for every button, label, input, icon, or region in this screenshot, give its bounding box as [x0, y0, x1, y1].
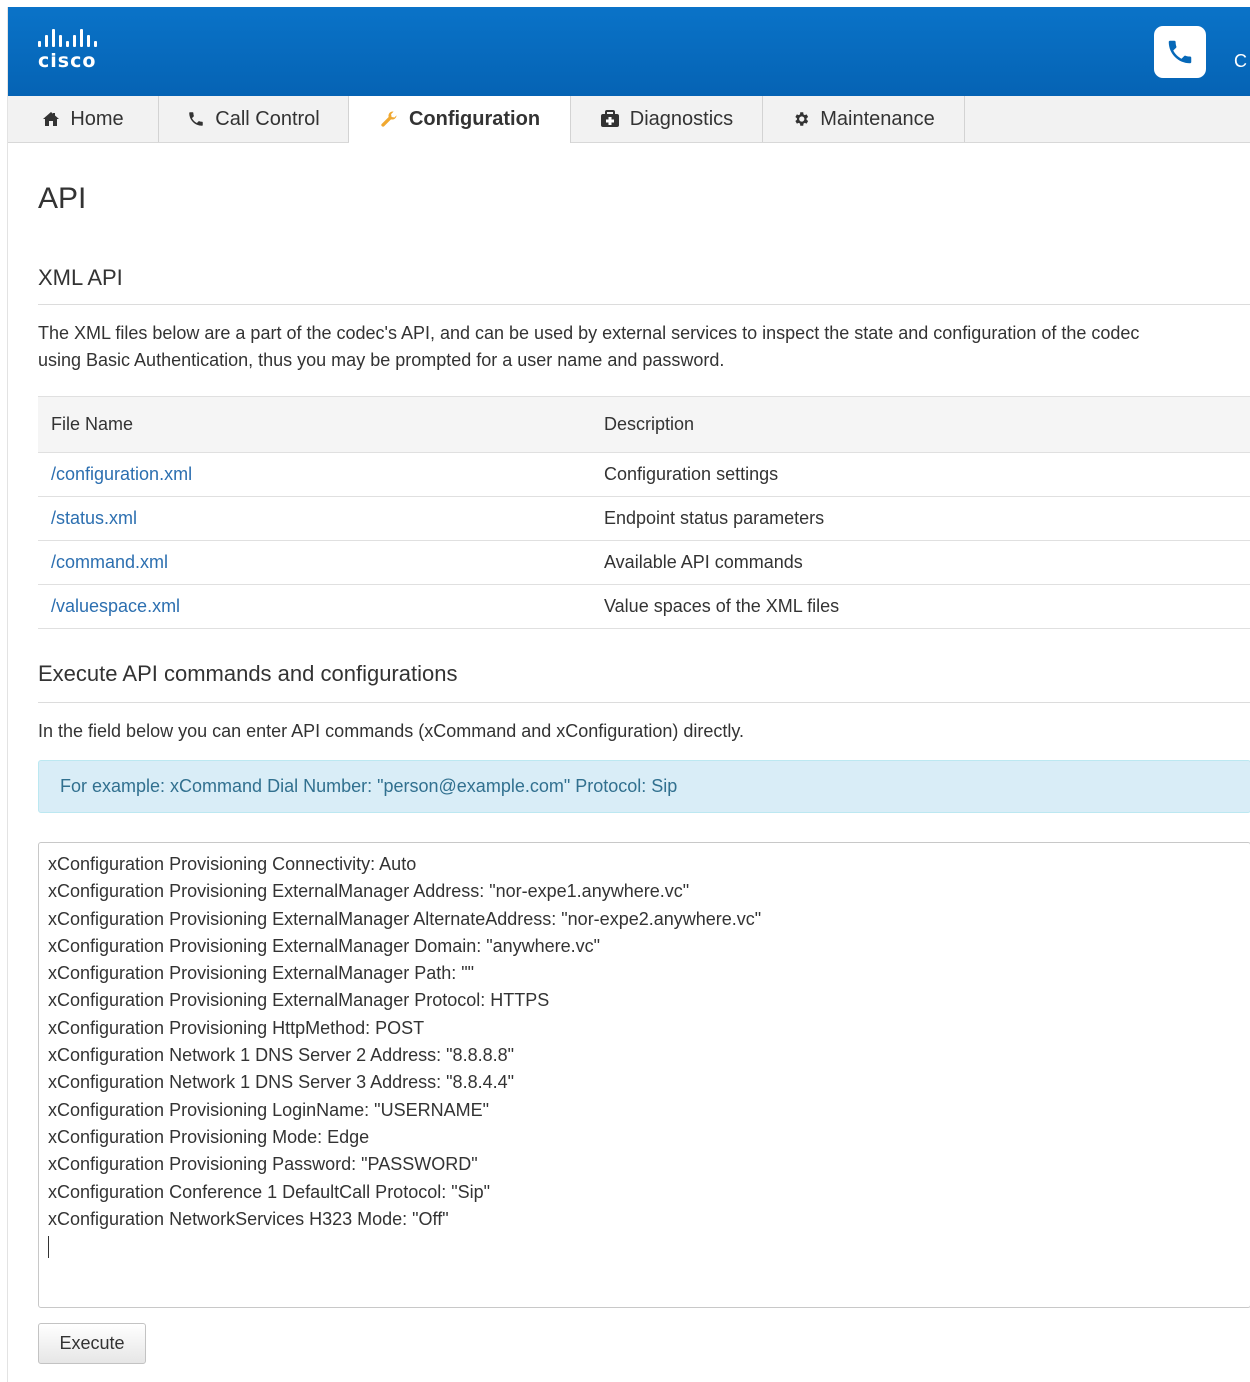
- table-row: /command.xml Available API commands: [38, 540, 1250, 585]
- command-line: xConfiguration Provisioning ExternalMana…: [48, 908, 762, 929]
- medkit-icon: [600, 110, 619, 127]
- tab-diagnostics-label: Diagnostics: [629, 107, 734, 130]
- description-cell: Configuration settings: [591, 452, 1250, 497]
- header-truncated-text: C: [1234, 51, 1247, 71]
- column-header-file-name: File Name: [38, 396, 591, 453]
- xml-files-table: File Name Description /configuration.xml…: [38, 396, 1250, 629]
- phone-icon: [189, 112, 203, 126]
- configuration-xml-link[interactable]: /configuration.xml: [51, 464, 192, 484]
- main-nav: Home Call Control Configuration Diagnost…: [8, 96, 1250, 143]
- command-line: xConfiguration Provisioning Connectivity…: [48, 854, 417, 874]
- command-line: xConfiguration Provisioning ExternalMana…: [48, 935, 601, 956]
- command-line: xConfiguration Network 1 DNS Server 3 Ad…: [48, 1072, 514, 1093]
- command-line: xConfiguration Provisioning ExternalMana…: [48, 963, 475, 984]
- status-xml-link[interactable]: /status.xml: [51, 508, 137, 528]
- tab-maintenance-label: Maintenance: [820, 107, 935, 130]
- example-text: For example: xCommand Dial Number: "pers…: [60, 776, 678, 796]
- text-cursor-line: [48, 1233, 1241, 1260]
- description-cell: Endpoint status parameters: [591, 496, 1250, 541]
- tab-configuration[interactable]: Configuration: [349, 96, 571, 143]
- file-name-cell: /status.xml: [38, 496, 591, 541]
- table-row: /valuespace.xml Value spaces of the XML …: [38, 584, 1250, 629]
- execute-heading: Execute API commands and configurations: [38, 661, 458, 686]
- app-frame: cisco C Home Call Control Configuration: [7, 7, 1250, 1382]
- table-row: /status.xml Endpoint status parameters: [38, 496, 1250, 541]
- table-header-row: File Name Description: [38, 396, 1250, 453]
- text-caret: [48, 1236, 49, 1259]
- command-line: xConfiguration Network 1 DNS Server 2 Ad…: [48, 1045, 514, 1066]
- command-line: xConfiguration Conference 1 DefaultCall …: [48, 1181, 491, 1202]
- logo-text: cisco: [38, 50, 97, 72]
- cisco-logo: cisco: [38, 29, 128, 79]
- description-cell: Available API commands: [591, 540, 1250, 585]
- valuespace-xml-link[interactable]: /valuespace.xml: [51, 596, 180, 616]
- phone-icon: [1168, 40, 1192, 64]
- page-title: API: [38, 182, 87, 215]
- cisco-logo-bars-icon: [38, 29, 128, 47]
- command-line: xConfiguration Provisioning Mode: Edge: [48, 1126, 370, 1147]
- command-line: xConfiguration Provisioning ExternalMana…: [48, 881, 690, 902]
- command-line: xConfiguration Provisioning ExternalMana…: [48, 990, 550, 1011]
- xml-api-description-line-2: using Basic Authentication, thus you may…: [38, 350, 725, 370]
- command-line: xConfiguration Provisioning Password: "P…: [48, 1154, 478, 1175]
- command-line: xConfiguration NetworkServices H323 Mode…: [48, 1208, 449, 1229]
- home-icon: [43, 112, 60, 126]
- wrench-icon: [381, 111, 397, 127]
- gear-icon: [795, 112, 809, 126]
- table-row: /configuration.xml Configuration setting…: [38, 452, 1250, 497]
- xml-api-heading: XML API: [38, 265, 123, 290]
- tab-home[interactable]: Home: [8, 96, 159, 142]
- top-header: cisco C: [8, 7, 1250, 96]
- tab-call-control[interactable]: Call Control: [159, 96, 349, 142]
- tab-diagnostics[interactable]: Diagnostics: [571, 96, 763, 142]
- execute-button[interactable]: Execute: [38, 1323, 146, 1364]
- tab-home-label: Home: [70, 107, 124, 130]
- command-line: xConfiguration Provisioning LoginName: "…: [48, 1099, 489, 1120]
- execute-description: In the field below you can enter API com…: [38, 721, 745, 741]
- call-button[interactable]: [1154, 26, 1206, 78]
- tab-configuration-label: Configuration: [408, 108, 541, 130]
- description-cell: Value spaces of the XML files: [591, 584, 1250, 629]
- example-info-alert: For example: xCommand Dial Number: "pers…: [38, 760, 1250, 813]
- xml-api-description: The XML files below are a part of the co…: [38, 320, 1250, 374]
- api-command-textarea[interactable]: xConfiguration Provisioning Connectivity…: [38, 842, 1250, 1308]
- tab-maintenance[interactable]: Maintenance: [763, 96, 965, 142]
- divider: [38, 702, 1250, 703]
- file-name-cell: /configuration.xml: [38, 452, 591, 497]
- file-name-cell: /command.xml: [38, 540, 591, 585]
- file-name-cell: /valuespace.xml: [38, 584, 591, 629]
- command-line: xConfiguration Provisioning HttpMethod: …: [48, 1017, 425, 1038]
- tab-call-control-label: Call Control: [215, 107, 320, 130]
- column-header-description: Description: [591, 396, 1250, 453]
- command-xml-link[interactable]: /command.xml: [51, 552, 168, 572]
- divider: [38, 304, 1250, 305]
- xml-api-description-line-1: The XML files below are a part of the co…: [38, 323, 1140, 343]
